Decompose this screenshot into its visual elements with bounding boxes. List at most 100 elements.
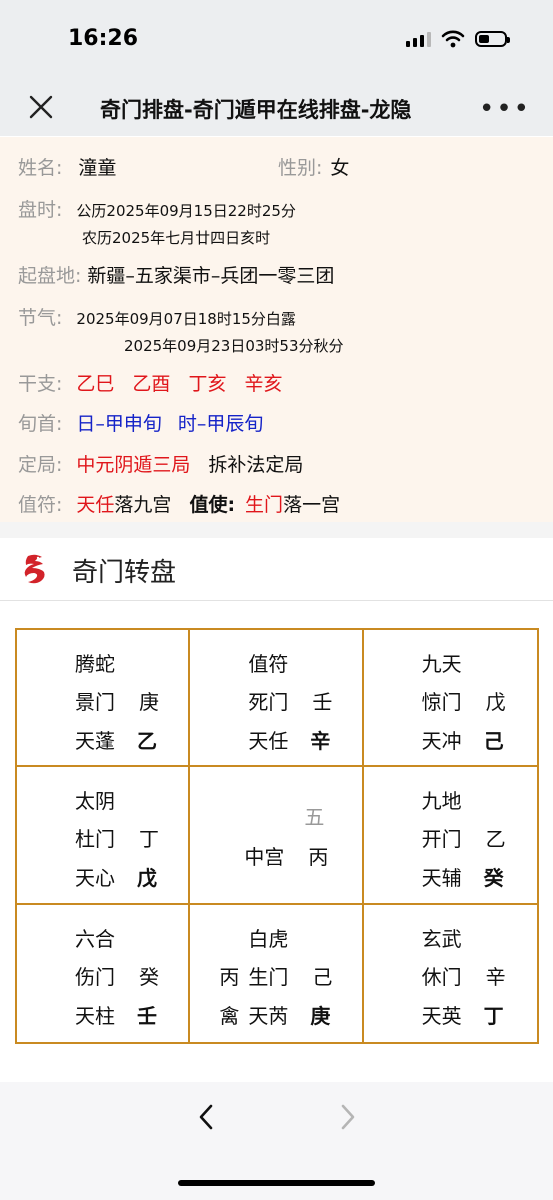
dragon-logo-icon bbox=[24, 554, 45, 584]
signal-icon bbox=[406, 31, 431, 47]
palace-cell: 太阴 杜门 丁 天心 戊 bbox=[17, 767, 191, 905]
palace-cell: 玄武 休门 辛 天英 丁 bbox=[364, 905, 537, 1042]
zhifu-text: 落九宫 bbox=[114, 494, 172, 516]
lunar-row: 农历2025年七月廿四日亥时 bbox=[82, 227, 270, 248]
time-row: 盘时: 公历2025年09月15日22时25分 bbox=[18, 195, 296, 222]
battery-icon bbox=[475, 31, 510, 47]
ganzhi-year: 乙巳 bbox=[76, 373, 115, 395]
section-title: 奇门转盘 bbox=[72, 558, 177, 588]
palace-door: 惊门 bbox=[421, 690, 462, 714]
palace-star-stem: 己 bbox=[483, 729, 504, 753]
home-indicator bbox=[178, 1180, 375, 1186]
palace-door-stem: 丁 bbox=[139, 827, 159, 852]
name-label: 姓名: bbox=[18, 157, 63, 179]
palace-god: 六合 bbox=[75, 926, 115, 951]
more-icon[interactable]: ••• bbox=[479, 94, 531, 124]
close-icon[interactable] bbox=[24, 90, 58, 124]
palace-door-stem: 己 bbox=[312, 964, 333, 989]
place-value: 新疆–五家渠市–兵团一零三团 bbox=[87, 265, 335, 287]
palace-door-stem: 庚 bbox=[139, 690, 159, 714]
palace-cell: 九地 开门 乙 天辅 癸 bbox=[363, 767, 537, 905]
xunshou-row: 旬首: 日–甲申旬 时–甲辰旬 bbox=[18, 409, 263, 436]
section-header: 奇门转盘 bbox=[0, 538, 553, 601]
zhishi-door: 生门 bbox=[245, 494, 284, 516]
term-label: 节气: bbox=[18, 307, 63, 329]
zhishi-text: 落一宫 bbox=[283, 494, 341, 516]
ganzhi-month: 乙酉 bbox=[132, 373, 171, 395]
palace-god: 九地 bbox=[421, 789, 462, 814]
time-label: 盘时: bbox=[18, 199, 63, 221]
ju-method: 拆补法定局 bbox=[208, 454, 304, 476]
xunshou-day: 日–甲申旬 bbox=[76, 413, 162, 435]
palace-god: 太阴 bbox=[75, 789, 115, 814]
name-row: 姓名: 潼童 bbox=[18, 153, 116, 180]
palace-cell: 六合 伤门 癸 天柱 壬 bbox=[17, 904, 191, 1042]
palace-star: 天任 bbox=[248, 729, 289, 753]
palace-cell: 白虎 丙 生门 己 禽 天芮 庚 bbox=[190, 904, 364, 1042]
ju-value: 中元阴遁三局 bbox=[76, 454, 191, 476]
palace-door: 开门 bbox=[421, 827, 462, 852]
palace-star: 天英 bbox=[421, 1003, 462, 1028]
status-bar: 16:26 bbox=[0, 0, 553, 80]
palace-door-stem: 癸 bbox=[139, 964, 159, 989]
palace-door-stem: 戊 bbox=[485, 690, 506, 714]
term-row: 节气: 2025年09月07日18时15分白露 bbox=[18, 303, 296, 330]
ju-label: 定局: bbox=[18, 454, 63, 476]
section-divider bbox=[0, 522, 553, 538]
palace-god: 白虎 bbox=[248, 926, 289, 951]
palace-door: 生门 bbox=[248, 964, 289, 989]
place-row: 起盘地: 新疆–五家渠市–兵团一零三团 bbox=[18, 261, 334, 288]
palace-god: 腾蛇 bbox=[75, 652, 115, 676]
palace-star-prefix: 禽 bbox=[219, 1003, 240, 1028]
palace-star: 天辅 bbox=[421, 866, 462, 891]
palace-star-stem: 壬 bbox=[137, 1003, 157, 1028]
status-time: 16:26 bbox=[68, 26, 139, 51]
palace-star: 天芮 bbox=[248, 1003, 289, 1028]
palace-god: 玄武 bbox=[421, 926, 462, 951]
lunar-date: 农历2025年七月廿四日亥时 bbox=[82, 229, 271, 247]
chevron-left-icon[interactable] bbox=[192, 1100, 222, 1134]
xunshou-hour: 时–甲辰旬 bbox=[177, 413, 264, 435]
ganzhi-row: 干支: 乙巳 乙酉 丁亥 辛亥 bbox=[18, 369, 282, 396]
center-palace-name: 中宫 bbox=[244, 845, 285, 870]
palace-door-stem: 乙 bbox=[485, 827, 506, 852]
ganzhi-label: 干支: bbox=[18, 373, 63, 395]
palace-cell: 值符 死门 壬 天任 辛 bbox=[190, 630, 364, 768]
ganzhi-day: 丁亥 bbox=[188, 373, 227, 395]
term-1: 2025年09月07日18时15分白露 bbox=[76, 310, 296, 328]
palace-door: 休门 bbox=[421, 964, 462, 989]
qimen-palace-grid: 腾蛇 景门 庚 天蓬 乙 值符 死门 壬 天任 辛 九天 惊门 戊 天冲 己 太… bbox=[15, 628, 539, 1044]
palace-star: 天冲 bbox=[421, 729, 462, 753]
gender-value: 女 bbox=[330, 157, 350, 179]
xunshou-label: 旬首: bbox=[18, 413, 63, 435]
palace-star-stem: 乙 bbox=[137, 729, 157, 753]
gender-row: 性别: 女 bbox=[278, 153, 349, 180]
wifi-icon bbox=[441, 30, 465, 48]
zhifu-star: 天任 bbox=[76, 494, 115, 516]
name-value: 潼童 bbox=[78, 157, 117, 179]
chevron-right-icon[interactable] bbox=[332, 1100, 362, 1134]
palace-god: 值符 bbox=[248, 652, 289, 676]
palace-star-stem: 丁 bbox=[483, 1003, 504, 1028]
palace-door-stem: 壬 bbox=[312, 690, 333, 714]
palace-star-stem: 癸 bbox=[483, 866, 504, 891]
term-2: 2025年09月23日03时53分秋分 bbox=[124, 337, 344, 355]
palace-star-stem: 辛 bbox=[310, 729, 331, 753]
nav-bar: 奇门排盘-奇门遁甲在线排盘-龙隐 ••• bbox=[0, 80, 553, 136]
palace-door: 死门 bbox=[248, 690, 289, 714]
palace-star-stem: 庚 bbox=[310, 1003, 331, 1028]
center-palace-stem: 丙 bbox=[308, 845, 329, 870]
zhishi-label: 值使: bbox=[189, 494, 236, 516]
palace-cell: 腾蛇 景门 庚 天蓬 乙 bbox=[17, 630, 191, 768]
center-palace-cell: 五 中宫 丙 bbox=[190, 767, 364, 905]
gender-label: 性别: bbox=[278, 157, 323, 179]
palace-cell: 九天 惊门 戊 天冲 己 bbox=[363, 630, 537, 768]
solar-date: 公历2025年09月15日22时25分 bbox=[76, 202, 296, 220]
palace-god: 九天 bbox=[421, 652, 462, 676]
status-icons bbox=[406, 30, 510, 48]
palace-door-stem: 辛 bbox=[485, 964, 506, 989]
palace-star: 天心 bbox=[75, 866, 115, 891]
palace-door-prefix: 丙 bbox=[219, 964, 240, 989]
place-label: 起盘地: bbox=[18, 265, 82, 287]
page-title: 奇门排盘-奇门遁甲在线排盘-龙隐 bbox=[100, 98, 412, 122]
